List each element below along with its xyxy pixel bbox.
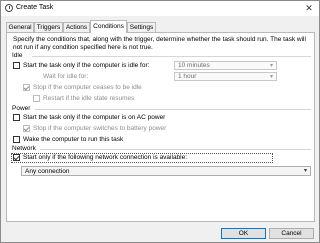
stop-on-battery-label: Stop if the computer switches to battery… xyxy=(33,125,167,132)
conditions-panel: Specify the conditions that, along with … xyxy=(6,32,315,222)
idle-section: Idle xyxy=(7,52,314,60)
title-bar: Create Task ✕ xyxy=(1,1,319,16)
idle-duration-value: 10 minutes xyxy=(178,62,210,69)
network-only-label: Start only if the following network conn… xyxy=(23,154,188,161)
power-section-label: Power xyxy=(12,105,33,113)
idle-divider xyxy=(32,56,311,57)
restart-if-idle-checkbox[interactable] xyxy=(33,95,40,102)
restart-if-idle-label: Restart if the idle state resumes xyxy=(43,95,135,102)
tab-conditions[interactable]: Conditions xyxy=(90,20,127,33)
idle-section-label: Idle xyxy=(12,52,25,60)
tab-settings[interactable]: Settings xyxy=(127,22,156,32)
close-icon[interactable]: ✕ xyxy=(303,2,315,14)
window-title: Create Task xyxy=(16,4,54,11)
stop-if-not-idle-checkbox[interactable] xyxy=(23,84,30,91)
network-only-checkbox[interactable] xyxy=(13,154,20,161)
chevron-down-icon: ▾ xyxy=(269,63,273,69)
tab-actions[interactable]: Actions xyxy=(63,22,90,32)
power-section: Power xyxy=(7,105,314,113)
ac-power-checkbox[interactable] xyxy=(13,114,20,121)
clock-icon xyxy=(5,4,13,12)
stop-on-battery-checkbox[interactable] xyxy=(23,125,30,132)
chevron-down-icon: ▾ xyxy=(303,168,307,174)
wake-checkbox[interactable] xyxy=(13,136,20,143)
wait-for-idle-value: 1 hour xyxy=(178,73,197,80)
network-section-label: Network xyxy=(12,145,38,153)
wake-label: Wake the computer to run this task xyxy=(23,136,124,143)
power-divider xyxy=(35,109,311,110)
stop-if-not-idle-label: Stop if the computer ceases to be idle xyxy=(33,84,142,91)
tab-triggers[interactable]: Triggers xyxy=(34,22,63,32)
wait-for-idle-select[interactable]: 1 hour ▾ xyxy=(174,72,277,81)
conditions-description: Specify the conditions that, along with … xyxy=(13,36,306,51)
idle-duration-select[interactable]: 10 minutes ▾ xyxy=(174,61,277,70)
start-if-idle-checkbox[interactable] xyxy=(13,62,20,69)
create-task-dialog: Create Task ✕ General Triggers Actions C… xyxy=(0,0,320,243)
wait-for-idle-label: Wait for idle for: xyxy=(43,73,89,80)
ok-button[interactable]: OK xyxy=(221,228,266,239)
start-if-idle-label: Start the task only if the computer is i… xyxy=(23,62,150,69)
network-section: Network xyxy=(7,145,314,153)
network-connection-select[interactable]: Any connection ▾ xyxy=(21,166,311,176)
ac-power-label: Start the task only if the computer is o… xyxy=(23,114,166,121)
network-connection-value: Any connection xyxy=(25,168,70,175)
cancel-button[interactable]: Cancel xyxy=(269,228,314,239)
network-divider xyxy=(40,149,311,150)
chevron-down-icon: ▾ xyxy=(269,74,273,80)
tab-general[interactable]: General xyxy=(6,22,34,32)
